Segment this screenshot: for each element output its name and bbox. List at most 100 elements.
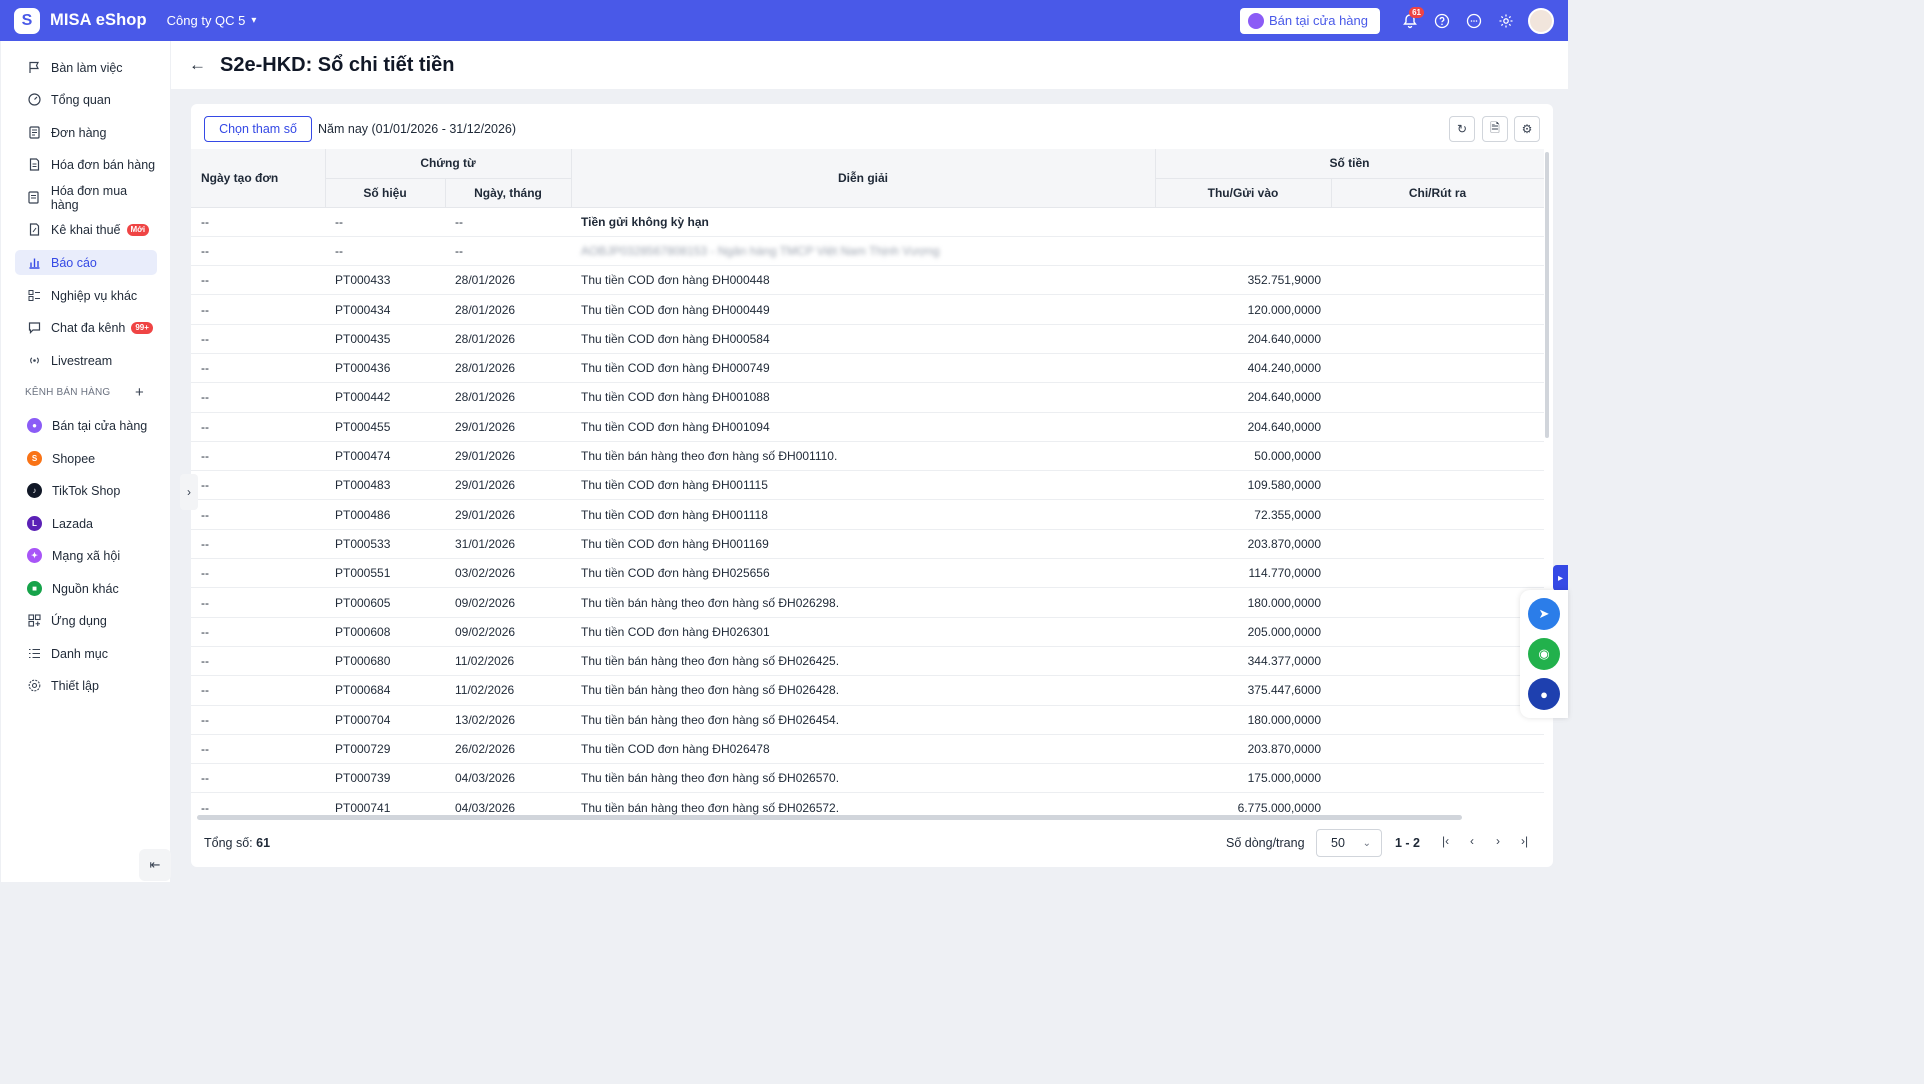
export-button[interactable]: 🗎	[1482, 116, 1508, 142]
table-row[interactable]: -- PT000741 04/03/2026 Thu tiền bán hàng th…	[191, 792, 1544, 817]
sidebar-item-apps[interactable]: Ứng dụng	[15, 608, 157, 633]
settings-button[interactable]	[1490, 5, 1522, 37]
cell-description-text: AOBJP0328567808153 - Ngân hàng TMCP Việt…	[581, 243, 940, 258]
sidebar-channel-social[interactable]: ✦ Mạng xã hội	[15, 543, 157, 568]
cell-expense	[1331, 705, 1544, 735]
table-row[interactable]: -- PT000684 11/02/2026 Thu tiền bán hàng th…	[191, 675, 1544, 706]
vertical-scrollbar[interactable]	[1545, 152, 1549, 438]
cell-voucher-date-text: 11/02/2026	[455, 654, 515, 669]
sidebar-item-other-operations[interactable]: Nghiệp vụ khác	[15, 283, 157, 308]
first-page-icon[interactable]: |‹	[1442, 834, 1449, 848]
app-logo[interactable]: S MISA eShop	[14, 7, 147, 34]
cell-description-text: Thu tiền COD đơn hàng ĐH000448	[581, 273, 770, 288]
sidebar-item-purchase-invoice[interactable]: Hóa đơn mua hàng	[15, 184, 157, 212]
cell-voucher-no: --	[325, 207, 445, 237]
collapse-sidebar-button[interactable]: ⇤	[139, 849, 171, 881]
app-name: MISA eShop	[50, 11, 147, 29]
col-header-income: Thu/Gửi vào	[1155, 178, 1332, 208]
support-chat-button[interactable]: ◉	[1528, 638, 1560, 670]
cell-income-text: 205.000,0000	[1247, 624, 1321, 639]
sidebar-channel-lazada[interactable]: L Lazada	[15, 511, 157, 536]
table-row[interactable]: -- PT000442 28/01/2026 Thu tiền COD đơn hàn…	[191, 382, 1544, 413]
cell-income-text: 6.775.000,0000	[1237, 800, 1321, 815]
document-icon: 🗎	[1490, 120, 1500, 135]
report-table-container[interactable]: Ngày tạo đơn Chứng từ Diễn giải Số tiền …	[191, 149, 1544, 817]
table-row[interactable]: -- PT000433 28/01/2026 Thu tiền COD đơn hàn…	[191, 265, 1544, 296]
sidebar-item-omnichannel-chat[interactable]: Chat đa kênh 99+	[15, 315, 157, 340]
cell-description-text: Thu tiền bán hàng theo đơn hàng số ĐH026…	[581, 712, 840, 727]
sidebar-item-workspace[interactable]: Bàn làm việc	[15, 55, 157, 80]
horizontal-scrollbar[interactable]	[197, 815, 1462, 820]
refresh-button[interactable]: ↻	[1449, 116, 1475, 142]
chat-icon	[27, 321, 41, 335]
sidebar-item-reports[interactable]: Báo cáo	[15, 250, 157, 275]
table-row[interactable]: -- PT000435 28/01/2026 Thu tiền COD đơn hàn…	[191, 324, 1544, 354]
cell-voucher-date: 28/01/2026	[445, 265, 571, 296]
table-row[interactable]: -- PT000551 03/02/2026 Thu tiền COD đơn hàn…	[191, 558, 1544, 589]
tiktok-icon: ♪	[27, 483, 42, 498]
sidebar-item-orders[interactable]: Đơn hàng	[15, 120, 157, 145]
sidebar-item-settings[interactable]: Thiết lập	[15, 673, 157, 698]
back-arrow-icon[interactable]: ←	[189, 55, 206, 75]
last-page-icon[interactable]: ›|	[1521, 834, 1528, 848]
sidebar-channel-store[interactable]: ● Bán tại cửa hàng	[15, 413, 157, 438]
sidebar-item-sales-invoice[interactable]: Hóa đơn bán hàng	[15, 152, 157, 177]
table-row[interactable]: -- PT000608 09/02/2026 Thu tiền COD đơn hàn…	[191, 617, 1544, 647]
sidebar-item-tax[interactable]: Kê khai thuế Mới	[15, 217, 157, 242]
notification-button[interactable]: 61	[1394, 5, 1426, 37]
expand-panel-button[interactable]: ›	[180, 474, 198, 510]
sidebar-channel-tiktok[interactable]: ♪ TikTok Shop	[15, 478, 157, 503]
table-row[interactable]: -- PT000474 29/01/2026 Thu tiền bán hàng th…	[191, 441, 1544, 472]
table-row[interactable]: -- PT000483 29/01/2026 Thu tiền COD đơn hàn…	[191, 470, 1544, 501]
sidebar-channel-shopee[interactable]: S Shopee	[15, 446, 157, 471]
table-row[interactable]: -- PT000729 26/02/2026 Thu tiền COD đơn hàn…	[191, 734, 1544, 765]
sidebar-item-label: Lazada	[52, 516, 94, 531]
purchase-invoice-icon	[27, 191, 41, 205]
prev-page-icon[interactable]: ‹	[1470, 834, 1474, 848]
table-row[interactable]: -- PT000739 04/03/2026 Thu tiền bán hàng th…	[191, 763, 1544, 794]
cell-date-created-text: --	[201, 536, 209, 551]
table-row[interactable]: -- PT000680 11/02/2026 Thu tiền bán hàng th…	[191, 646, 1544, 677]
rows-per-page-select[interactable]: 50 ⌄	[1316, 829, 1382, 857]
help-button[interactable]	[1426, 5, 1458, 37]
ai-assistant-button[interactable]: ●	[1528, 678, 1560, 710]
chat-button[interactable]	[1458, 5, 1490, 37]
sidebar-item-livestream[interactable]: Livestream	[15, 348, 157, 373]
table-row[interactable]: -- -- -- Tiền gửi không kỳ hạn	[191, 207, 1544, 237]
sidebar-item-overview[interactable]: Tổng quan	[15, 87, 157, 112]
table-row[interactable]: -- PT000455 29/01/2026 Thu tiền COD đơn hàn…	[191, 412, 1544, 442]
cell-voucher-no-text: PT000436	[335, 361, 391, 376]
cell-description-text: Thu tiền bán hàng theo đơn hàng số ĐH026…	[581, 800, 840, 815]
cell-description: Thu tiền COD đơn hàng ĐH001169	[571, 529, 1155, 560]
sidebar-channel-other[interactable]: ■ Nguồn khác	[15, 576, 157, 601]
sidebar-item-label: Nghiệp vụ khác	[51, 288, 138, 303]
cell-income: 404.240,0000	[1155, 353, 1331, 384]
cell-voucher-no-text: PT000704	[335, 712, 391, 727]
sidebar-item-label: Nguồn khác	[52, 581, 119, 596]
table-row[interactable]: -- PT000486 29/01/2026 Thu tiền COD đơn hàn…	[191, 499, 1544, 530]
cell-voucher-date: 31/01/2026	[445, 529, 571, 560]
cell-voucher-no: PT000433	[325, 265, 445, 296]
table-row[interactable]: -- PT000605 09/02/2026 Thu tiền bán hàng th…	[191, 587, 1544, 618]
cell-income: 375.447,6000	[1155, 675, 1331, 706]
cell-voucher-date: 28/01/2026	[445, 324, 571, 354]
table-row[interactable]: -- PT000533 31/01/2026 Thu tiền COD đơn hàn…	[191, 529, 1544, 560]
sell-at-store-button[interactable]: Bán tại cửa hàng	[1239, 7, 1380, 34]
cell-income: 175.000,0000	[1155, 763, 1331, 794]
cell-date-created-text: --	[201, 302, 209, 317]
user-avatar[interactable]	[1528, 7, 1554, 34]
sidebar-item-catalog[interactable]: Danh mục	[15, 641, 157, 666]
chevron-down-icon: ▾	[251, 15, 257, 26]
announcement-button[interactable]: ➤	[1528, 598, 1560, 630]
table-settings-button[interactable]: ⚙	[1514, 116, 1540, 142]
table-row[interactable]: -- -- -- AOBJP0328567808153 - Ngân hàng TMC…	[191, 236, 1544, 267]
add-channel-button[interactable]: +	[135, 384, 144, 401]
right-drawer-toggle[interactable]: ▸	[1553, 565, 1568, 591]
next-page-icon[interactable]: ›	[1496, 834, 1500, 848]
company-selector[interactable]: Công ty QC 5 ▾	[167, 13, 257, 28]
table-row[interactable]: -- PT000436 28/01/2026 Thu tiền COD đơn hàn…	[191, 353, 1544, 384]
cell-description: Thu tiền bán hàng theo đơn hàng số ĐH026…	[571, 763, 1155, 794]
table-row[interactable]: -- PT000704 13/02/2026 Thu tiền bán hàng th…	[191, 705, 1544, 735]
table-row[interactable]: -- PT000434 28/01/2026 Thu tiền COD đơn hàn…	[191, 294, 1544, 325]
choose-parameters-button[interactable]: Chọn tham số	[204, 116, 312, 142]
